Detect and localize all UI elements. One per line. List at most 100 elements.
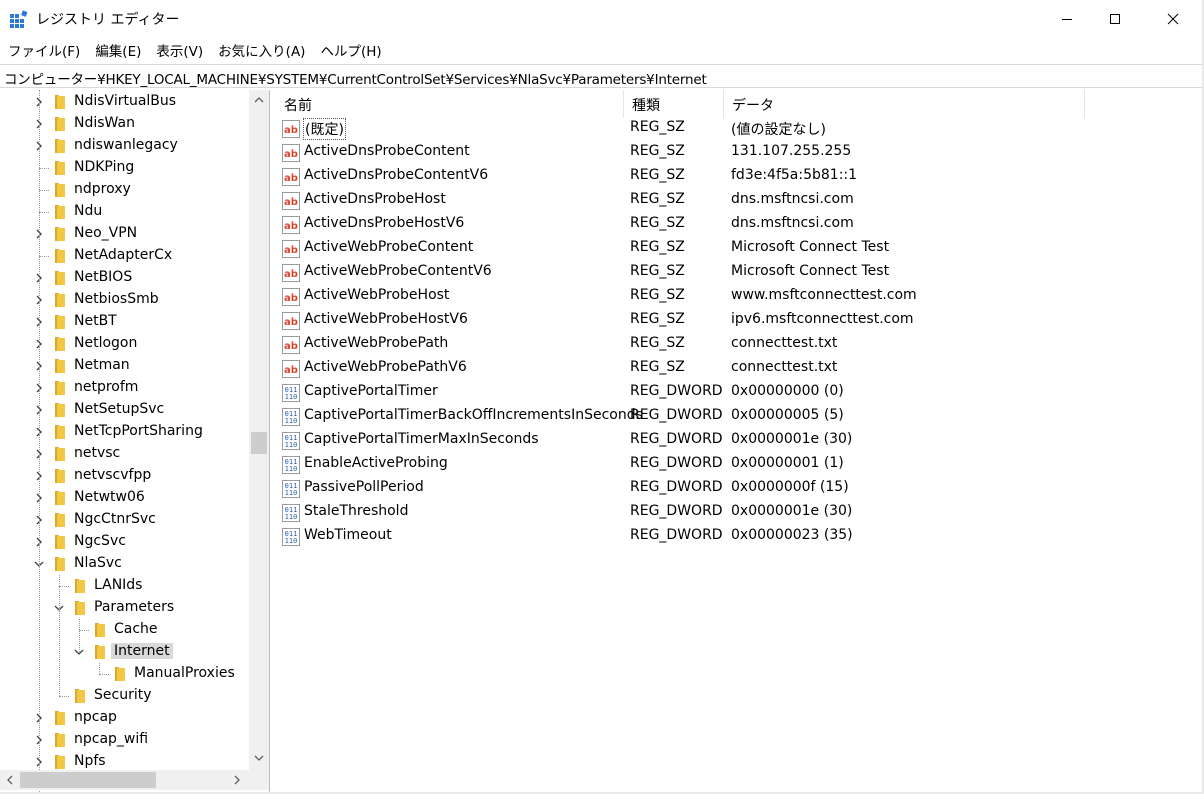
value-name: ActiveWebProbeHostV6: [304, 311, 468, 327]
tree-item-netvsc[interactable]: netvsc: [0, 443, 250, 465]
tree-item-netvscvfpp[interactable]: netvscvfpp: [0, 465, 250, 487]
close-icon: [1167, 13, 1179, 25]
menu-file[interactable]: ファイル(F): [0, 40, 87, 60]
tree-item-internet[interactable]: Internet: [0, 641, 250, 663]
column-header-type[interactable]: 種類: [624, 90, 724, 118]
value-row[interactable]: ab ActiveWebProbeContentV6 REG_SZ Microsoft…: [276, 261, 1202, 285]
tree-vertical-scrollbar[interactable]: [249, 90, 269, 770]
menu-view[interactable]: 表示(V): [148, 40, 210, 60]
tree-item-label: NetBIOS: [74, 269, 133, 285]
value-data: ipv6.msftconnecttest.com: [731, 311, 914, 327]
folder-icon: [55, 733, 65, 747]
svg-text:110: 110: [285, 489, 298, 497]
value-row[interactable]: 011 110 CaptivePortalTimerBackOffIncrement…: [276, 405, 1202, 429]
values-list-pane[interactable]: 名前 種類 データ ab (既定) REG_SZ (値の設定なし) ab ActiveDn…: [276, 90, 1202, 792]
tree-item-netbt[interactable]: NetBT: [0, 311, 250, 333]
tree-item-netlogon[interactable]: Netlogon: [0, 333, 250, 355]
address-path[interactable]: コンピューター¥HKEY_LOCAL_MACHINE¥SYSTEM¥Curren…: [4, 68, 707, 88]
tree-item-cache[interactable]: Cache: [0, 619, 250, 641]
value-row[interactable]: ab ActiveDnsProbeHost REG_SZ dns.msftncsi.c…: [276, 189, 1202, 213]
folder-icon: [55, 337, 65, 351]
folder-icon: [55, 711, 65, 725]
tree-horizontal-scroll-thumb[interactable]: [20, 772, 156, 788]
address-bar[interactable]: コンピューター¥HKEY_LOCAL_MACHINE¥SYSTEM¥Curren…: [0, 64, 1204, 88]
tree-item-label: npcap: [74, 709, 117, 725]
tree-item-nettcpportsharing[interactable]: NetTcpPortSharing: [0, 421, 250, 443]
registry-editor-icon: [10, 10, 28, 28]
tree-item-netsetupsvc[interactable]: NetSetupSvc: [0, 399, 250, 421]
value-row[interactable]: ab ActiveDnsProbeContentV6 REG_SZ fd3e:4f5a…: [276, 165, 1202, 189]
tree-item-ngcctnrsvc[interactable]: NgcCtnrSvc: [0, 509, 250, 531]
tree-item-npcap_wifi[interactable]: npcap_wifi: [0, 729, 250, 751]
scroll-up-arrow-icon[interactable]: [254, 96, 264, 104]
tree-connector: [79, 619, 80, 652]
value-row[interactable]: 011 110 StaleThreshold REG_DWORD 0x0000001e …: [276, 501, 1202, 525]
tree-item-ndiswan[interactable]: NdisWan: [0, 113, 250, 135]
tree-item-netman[interactable]: Netman: [0, 355, 250, 377]
value-type: REG_SZ: [630, 359, 685, 375]
folder-icon: [115, 667, 125, 681]
scroll-left-arrow-icon[interactable]: [6, 775, 14, 785]
window-title: レジストリ エディター: [36, 12, 180, 28]
menu-favorites[interactable]: お気に入り(A): [210, 40, 312, 60]
tree-item-netprofm[interactable]: netprofm: [0, 377, 250, 399]
value-name: ActiveWebProbeContentV6: [304, 263, 492, 279]
tree-item-ndkping[interactable]: NDKPing: [0, 157, 250, 179]
menu-edit[interactable]: 編集(E): [87, 40, 148, 60]
tree-item-label: Security: [94, 687, 152, 703]
value-row[interactable]: ab ActiveWebProbeHost REG_SZ www.msftconnec…: [276, 285, 1202, 309]
column-header-data[interactable]: データ: [724, 90, 1085, 118]
tree-item-netadaptercx[interactable]: NetAdapterCx: [0, 245, 250, 267]
tree-item-ndproxy[interactable]: ndproxy: [0, 179, 250, 201]
value-row[interactable]: ab ActiveDnsProbeContent REG_SZ 131.107.255…: [276, 141, 1202, 165]
column-header-name[interactable]: 名前: [276, 90, 624, 118]
tree-item-npcap[interactable]: npcap: [0, 707, 250, 729]
svg-text:ab: ab: [284, 149, 298, 160]
scroll-down-arrow-icon[interactable]: [254, 754, 264, 762]
close-button[interactable]: [1150, 0, 1196, 38]
folder-icon: [55, 755, 65, 769]
value-row[interactable]: 011 110 WebTimeout REG_DWORD 0x00000023 (35): [276, 525, 1202, 549]
menu-help[interactable]: ヘルプ(H): [312, 40, 388, 60]
folder-open-icon: [95, 645, 105, 659]
value-data: Microsoft Connect Test: [731, 263, 890, 279]
value-data: 0x00000005 (5): [731, 407, 844, 423]
tree-item-netbios[interactable]: NetBIOS: [0, 267, 250, 289]
key-tree-pane[interactable]: NdisVirtualBus NdisWan ndiswanlegacy NDKPin…: [0, 90, 270, 794]
tree-item-label: ndproxy: [74, 181, 131, 197]
tree-item-netwtw06[interactable]: Netwtw06: [0, 487, 250, 509]
string-value-icon: ab: [282, 120, 300, 138]
minimize-button[interactable]: [1044, 0, 1090, 38]
value-type: REG_DWORD: [630, 455, 723, 471]
value-row[interactable]: ab ActiveWebProbePathV6 REG_SZ connecttest.…: [276, 357, 1202, 381]
tree-item-manualproxies[interactable]: ManualProxies: [0, 663, 250, 685]
value-row[interactable]: ab ActiveWebProbePath REG_SZ connecttest.tx…: [276, 333, 1202, 357]
tree-item-ndisvirtualbus[interactable]: NdisVirtualBus: [0, 91, 250, 113]
title-bar[interactable]: レジストリ エディター: [0, 0, 1204, 38]
tree-horizontal-scrollbar[interactable]: [0, 770, 249, 790]
value-row[interactable]: ab ActiveWebProbeContent REG_SZ Microsoft C…: [276, 237, 1202, 261]
value-row[interactable]: 011 110 PassivePollPeriod REG_DWORD 0x000000…: [276, 477, 1202, 501]
tree-vertical-scroll-thumb[interactable]: [251, 432, 267, 454]
tree-item-nlasvc[interactable]: NlaSvc: [0, 553, 250, 575]
svg-text:110: 110: [285, 537, 298, 545]
value-row[interactable]: ab ActiveDnsProbeHostV6 REG_SZ dns.msftncsi…: [276, 213, 1202, 237]
tree-item-ndiswanlegacy[interactable]: ndiswanlegacy: [0, 135, 250, 157]
value-row[interactable]: 011 110 CaptivePortalTimer REG_DWORD 0x00000…: [276, 381, 1202, 405]
scroll-right-arrow-icon[interactable]: [233, 775, 241, 785]
tree-item-parameters[interactable]: Parameters: [0, 597, 250, 619]
value-data: Microsoft Connect Test: [731, 239, 890, 255]
value-row[interactable]: 011 110 CaptivePortalTimerMaxInSeconds REG_…: [276, 429, 1202, 453]
tree-item-netbiossmb[interactable]: NetbiosSmb: [0, 289, 250, 311]
tree-item-label: Netlogon: [74, 335, 138, 351]
tree-item-ngcsvc[interactable]: NgcSvc: [0, 531, 250, 553]
tree-item-ndu[interactable]: Ndu: [0, 201, 250, 223]
value-row[interactable]: 011 110 EnableActiveProbing REG_DWORD 0x0000…: [276, 453, 1202, 477]
tree-item-lanids[interactable]: LANIds: [0, 575, 250, 597]
tree-item-neo_vpn[interactable]: Neo_VPN: [0, 223, 250, 245]
folder-icon: [55, 425, 65, 439]
value-row[interactable]: ab ActiveWebProbeHostV6 REG_SZ ipv6.msftcon…: [276, 309, 1202, 333]
value-row[interactable]: ab (既定) REG_SZ (値の設定なし): [276, 117, 1202, 141]
maximize-button[interactable]: [1092, 0, 1138, 38]
tree-item-security[interactable]: Security: [0, 685, 250, 707]
